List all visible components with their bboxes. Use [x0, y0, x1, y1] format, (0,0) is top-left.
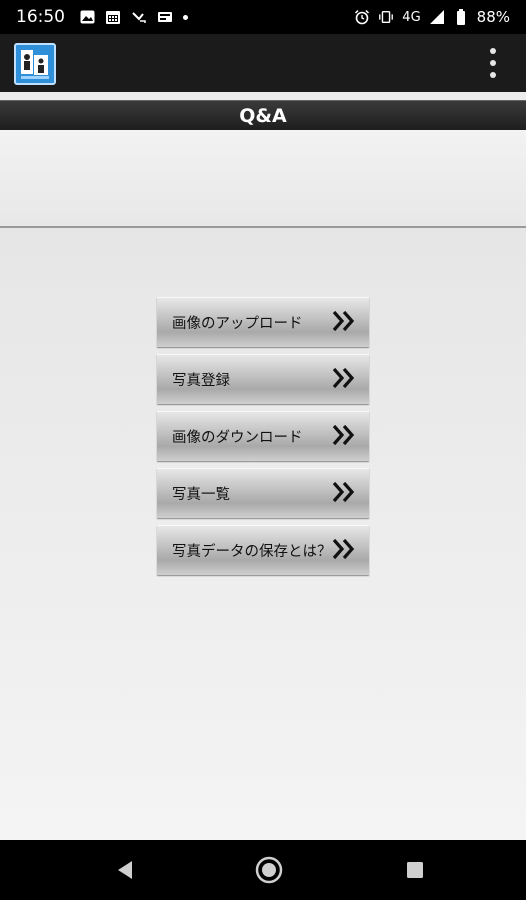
double-chevron-right-icon [332, 367, 355, 389]
battery-icon [453, 9, 469, 25]
vibrate-icon [378, 9, 394, 25]
status-right: 4G 88% [354, 8, 510, 26]
app-bar [0, 34, 526, 92]
screen: 16:50 4G 88% Q&A 画像のアップロード 写真登録 画像のダウンロー… [0, 0, 526, 900]
battery-percent: 88% [476, 8, 510, 26]
double-chevron-right-icon [332, 538, 355, 560]
status-bar: 16:50 4G 88% [0, 0, 526, 34]
signal-icon [429, 9, 445, 25]
menu-dot [490, 48, 496, 54]
recents-square-icon[interactable] [406, 861, 424, 879]
menu-item-label: 写真データの保存とは？ [172, 543, 332, 560]
more-notifications-dot-icon [183, 14, 188, 20]
menu-item-image-download[interactable]: 画像のダウンロード [157, 411, 369, 461]
menu-item-photo-list[interactable]: 写真一覧 [157, 468, 369, 518]
menu-item-label: 写真登録 [172, 372, 230, 389]
double-chevron-right-icon [332, 424, 355, 446]
header-area [0, 130, 526, 228]
app-logo-icon [14, 43, 56, 85]
double-chevron-right-icon [332, 310, 355, 332]
menu-item-label: 画像のダウンロード [172, 429, 303, 446]
menu-dot [490, 60, 496, 66]
home-circle-icon[interactable] [255, 856, 283, 884]
double-chevron-right-icon [332, 481, 355, 503]
menu-item-label: 写真一覧 [172, 486, 230, 503]
media-notification-icon [157, 9, 173, 25]
menu-item-photo-data-storage[interactable]: 写真データの保存とは？ [157, 525, 369, 575]
missed-call-icon [131, 9, 147, 25]
network-type-label: 4G [402, 9, 421, 25]
page-title: Q&A [0, 100, 526, 130]
menu-item-label: 画像のアップロード [172, 315, 303, 332]
system-nav-bar [0, 840, 526, 900]
menu-item-photo-register[interactable]: 写真登録 [157, 354, 369, 404]
alarm-icon [354, 9, 370, 25]
menu-dot [490, 72, 496, 78]
back-triangle-icon[interactable] [114, 859, 136, 881]
content-area: Q&A 画像のアップロード 写真登録 画像のダウンロード 写真一覧 写真データの… [0, 92, 526, 840]
calendar-notification-icon [105, 9, 121, 25]
menu-item-image-upload[interactable]: 画像のアップロード [157, 297, 369, 347]
status-time: 16:50 [16, 7, 65, 27]
qa-menu-list: 画像のアップロード 写真登録 画像のダウンロード 写真一覧 写真データの保存とは… [157, 297, 369, 575]
overflow-menu-icon[interactable] [486, 48, 500, 78]
image-notification-icon [79, 9, 95, 25]
status-left: 16:50 [16, 7, 188, 27]
